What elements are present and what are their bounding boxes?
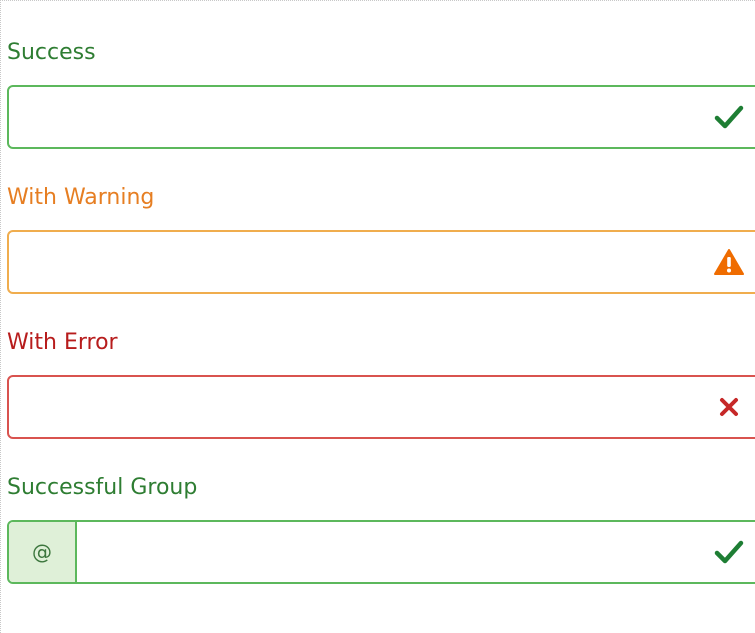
x-mark-icon — [713, 391, 745, 423]
warning-field-wrapper — [7, 230, 755, 294]
success-form-group: Success — [7, 39, 755, 149]
checkmark-icon — [713, 101, 745, 133]
successful-group-input[interactable] — [79, 522, 755, 582]
successful-group-field-wrapper: @ — [7, 520, 755, 584]
error-input[interactable] — [9, 377, 755, 437]
form-panel: Success With Warning With Error Successf… — [0, 0, 755, 633]
at-sign-addon: @ — [9, 522, 77, 582]
error-label: With Error — [7, 330, 118, 355]
warning-input[interactable] — [9, 232, 755, 292]
error-field-wrapper — [7, 375, 755, 439]
warning-label: With Warning — [7, 185, 155, 210]
success-label: Success — [7, 40, 96, 65]
warning-form-group: With Warning — [7, 184, 755, 294]
successful-group-form-group: Successful Group @ — [7, 474, 755, 584]
error-form-group: With Error — [7, 329, 755, 439]
successful-group-label: Successful Group — [7, 475, 198, 500]
success-field-wrapper — [7, 85, 755, 149]
warning-triangle-icon — [713, 246, 745, 278]
checkmark-icon — [713, 536, 745, 568]
success-input[interactable] — [9, 87, 755, 147]
